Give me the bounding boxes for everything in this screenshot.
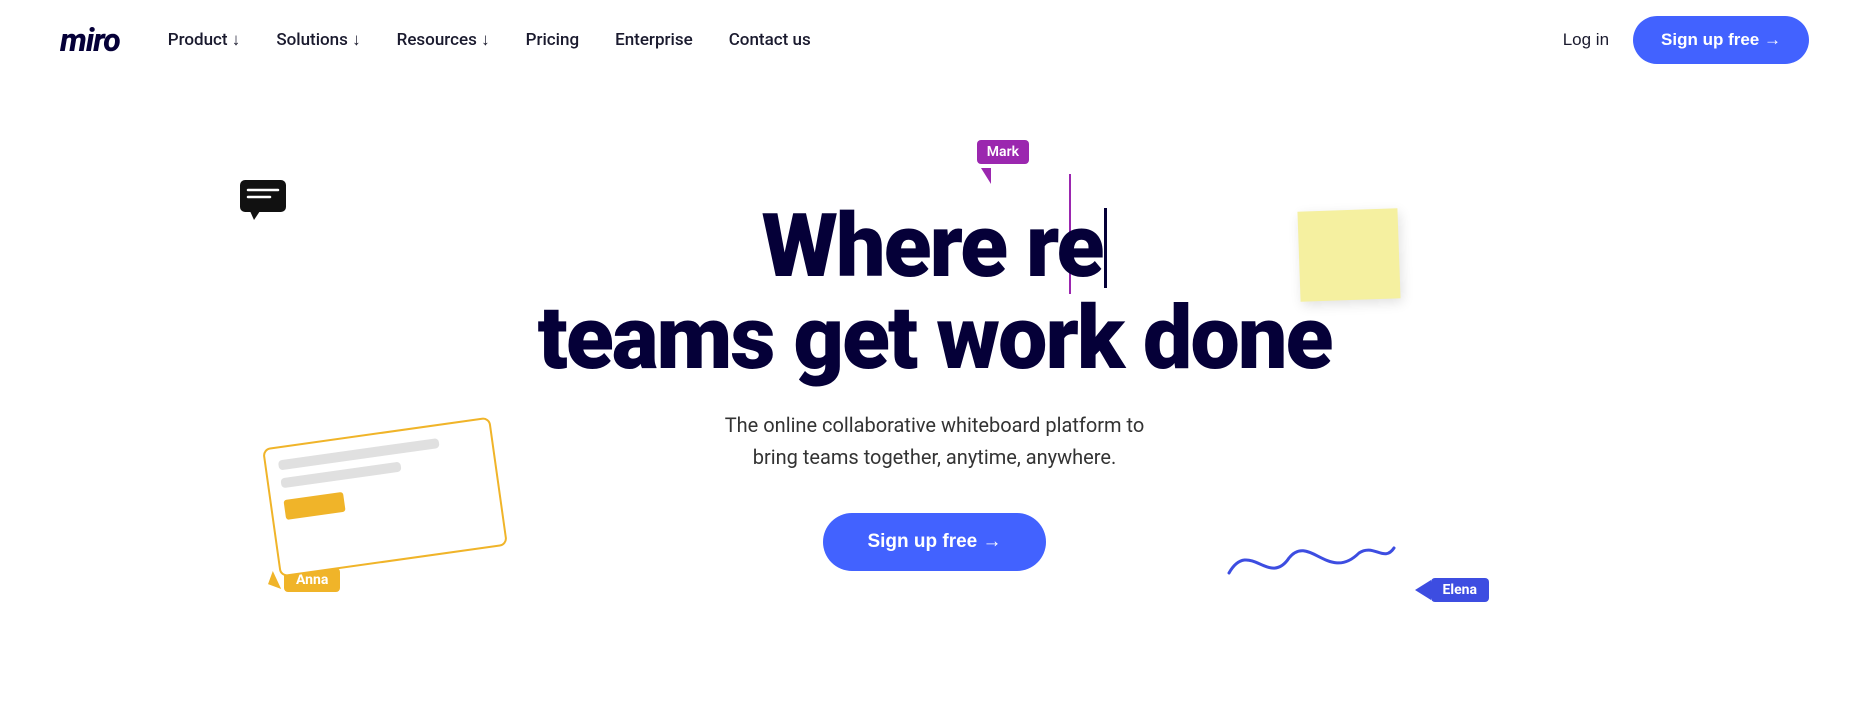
nav-product[interactable]: Product ↓ [168,30,241,50]
hero-cta-button[interactable]: Sign up free → [823,513,1045,571]
hero-section: Mark Where re teams get work done The on… [0,80,1869,712]
nav-contact[interactable]: Contact us [729,30,811,50]
nav-enterprise[interactable]: Enterprise [615,30,693,50]
hero-title: Where re teams get work done [538,201,1332,386]
hero-subtitle: The online collaborative whiteboard plat… [725,409,1145,473]
squiggly-decoration [1219,528,1399,592]
hero-subtitle-line1: The online collaborative whiteboard plat… [725,413,1145,437]
mark-cursor: Mark [977,140,1029,184]
sticky-note [1297,208,1400,301]
elena-pointer-icon [1415,580,1431,600]
logo[interactable]: miro [60,21,120,59]
navbar: miro Product ↓ Solutions ↓ Resources ↓ P… [0,0,1869,80]
card-widget [262,417,508,578]
anna-card: Anna [270,432,500,592]
nav-links: Product ↓ Solutions ↓ Resources ↓ Pricin… [168,30,1563,50]
nav-resources[interactable]: Resources ↓ [397,30,490,50]
card-line-1 [278,438,439,470]
nav-signup-button[interactable]: Sign up free → [1633,16,1809,64]
elena-cursor: Elena [1415,578,1489,602]
mark-label: Mark [977,140,1029,164]
chat-icon [240,180,286,224]
login-button[interactable]: Log in [1563,30,1609,50]
card-orange-element [283,492,345,520]
mark-pointer-icon [981,168,991,184]
nav-pricing[interactable]: Pricing [526,30,580,50]
nav-solutions[interactable]: Solutions ↓ [276,30,360,50]
hero-subtitle-line2: bring teams together, anytime, anywhere. [753,445,1117,469]
elena-label: Elena [1431,578,1489,602]
cursor-line [1104,208,1107,288]
nav-right: Log in Sign up free → [1563,16,1809,64]
hero-title-line2: teams get work done [538,287,1332,390]
hero-title-line1: Where re [762,195,1103,298]
